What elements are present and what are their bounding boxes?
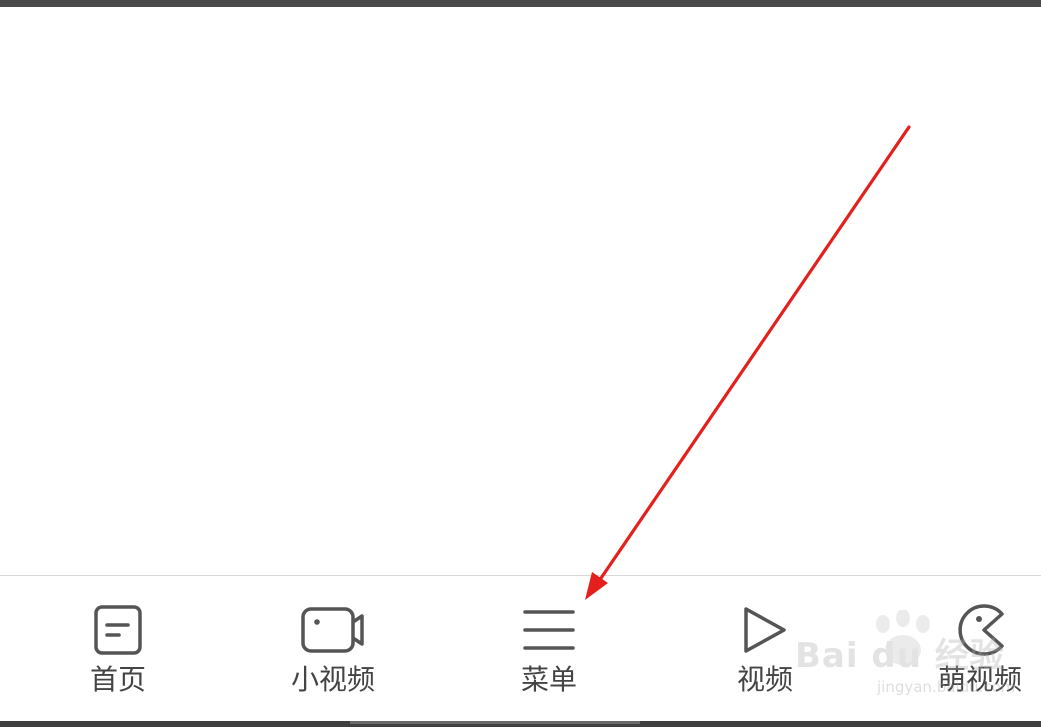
tab-cute-video[interactable]: 萌视频 [900, 576, 1041, 721]
app-screen: 首页 小视频 菜单 视频 萌视频 [0, 7, 1041, 721]
camera-icon [301, 607, 364, 653]
pacman-icon [958, 604, 1004, 656]
status-fragment-left [50, 0, 120, 6]
tab-menu-label: 菜单 [520, 663, 577, 696]
bottom-strip [0, 721, 1041, 727]
status-fragment-right [831, 0, 1011, 6]
tab-short-video-label: 小视频 [290, 663, 375, 696]
tab-short-video[interactable]: 小视频 [253, 576, 413, 721]
tab-home[interactable]: 首页 [38, 576, 198, 721]
bottom-tab-bar: 首页 小视频 菜单 视频 萌视频 [0, 576, 1041, 721]
top-status-strip [0, 0, 1041, 7]
tab-video-label: 视频 [736, 663, 793, 696]
tab-home-label: 首页 [89, 663, 146, 696]
tab-video[interactable]: 视频 [685, 576, 845, 721]
content-area [0, 7, 1041, 575]
play-icon [744, 607, 786, 653]
home-indicator [350, 721, 640, 724]
document-icon [94, 605, 142, 655]
tab-menu[interactable]: 菜单 [469, 576, 629, 721]
tab-cute-video-label: 萌视频 [937, 663, 1022, 696]
menu-icon [523, 610, 575, 650]
